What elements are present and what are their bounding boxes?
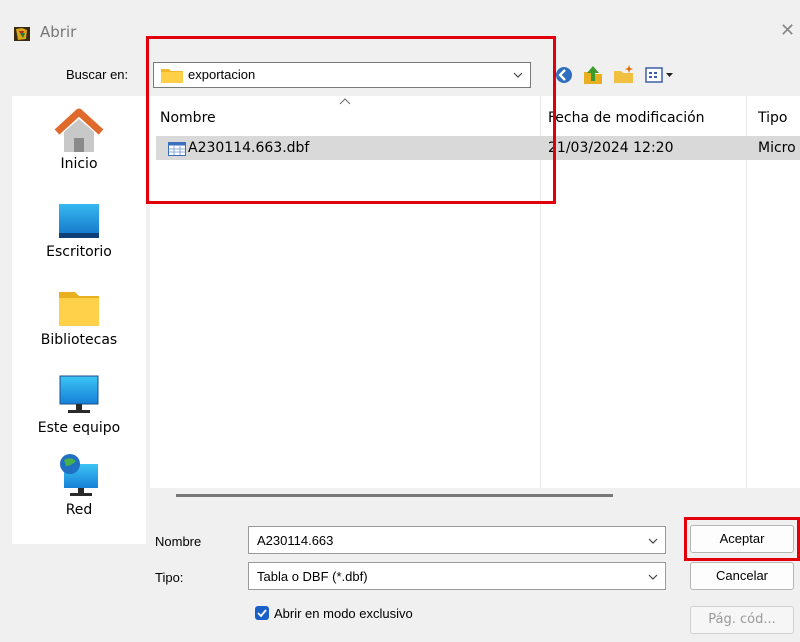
accept-button[interactable]: Aceptar xyxy=(690,525,794,553)
chevron-down-icon[interactable] xyxy=(647,535,659,547)
column-header-type[interactable]: Tipo xyxy=(758,110,787,126)
place-label: Inicio xyxy=(60,156,98,172)
file-list[interactable]: Nombre Fecha de modificación Tipo A23011… xyxy=(150,96,800,488)
checkmark-icon xyxy=(257,609,267,618)
column-header-name[interactable]: Nombre xyxy=(160,110,216,126)
desktop-icon xyxy=(59,204,99,238)
horizontal-scrollbar[interactable] xyxy=(176,494,613,497)
place-label: Escritorio xyxy=(46,244,112,260)
exclusive-mode-checkbox[interactable] xyxy=(255,606,269,620)
network-icon xyxy=(60,454,98,496)
current-folder-name: exportacion xyxy=(188,67,256,82)
up-folder-icon[interactable] xyxy=(581,63,605,87)
look-in-combo[interactable]: exportacion xyxy=(153,62,531,88)
place-escritorio[interactable]: Escritorio xyxy=(12,200,146,260)
table-row[interactable]: A230114.663.dbf 21/03/2024 12:20 Micro xyxy=(156,136,800,160)
place-red[interactable]: Red xyxy=(12,452,146,518)
place-bibliotecas[interactable]: Bibliotecas xyxy=(12,288,146,348)
title-bar: Abrir ✕ xyxy=(0,0,800,50)
file-name-label: Nombre xyxy=(155,534,202,549)
file-name-value: A230114.663 xyxy=(257,533,334,548)
place-inicio[interactable]: Inicio xyxy=(12,108,146,172)
place-este-equipo[interactable]: Este equipo xyxy=(12,374,146,436)
chevron-down-icon[interactable] xyxy=(512,69,524,81)
view-menu-icon[interactable] xyxy=(644,63,678,87)
column-header-modified[interactable]: Fecha de modificación xyxy=(548,110,705,126)
look-in-label: Buscar en: xyxy=(66,67,129,82)
back-icon[interactable] xyxy=(552,63,576,87)
places-bar: Inicio Escritorio Bibliotecas Este equip… xyxy=(12,96,146,544)
file-type-select[interactable]: Tabla o DBF (*.dbf) xyxy=(248,562,666,590)
file-type-value: Tabla o DBF (*.dbf) xyxy=(257,569,368,584)
place-label: Red xyxy=(65,502,93,518)
home-icon xyxy=(54,108,104,152)
close-icon[interactable]: ✕ xyxy=(780,20,795,41)
file-modified: 21/03/2024 12:20 xyxy=(548,140,674,156)
file-name-input[interactable]: A230114.663 xyxy=(248,526,666,554)
file-type-label: Tipo: xyxy=(155,570,184,585)
folder-icon xyxy=(161,69,183,83)
cancel-button[interactable]: Cancelar xyxy=(690,562,794,590)
place-label: Este equipo xyxy=(37,420,121,436)
dbf-file-icon xyxy=(168,142,186,156)
codepage-button[interactable]: Pág. cód... xyxy=(690,606,794,634)
foxpro-app-icon xyxy=(14,27,30,41)
libraries-icon xyxy=(59,292,99,326)
chevron-down-icon[interactable] xyxy=(647,571,659,583)
computer-icon xyxy=(59,375,99,413)
exclusive-mode-label[interactable]: Abrir en modo exclusivo xyxy=(274,606,413,621)
new-folder-icon[interactable] xyxy=(612,63,636,87)
window-title: Abrir xyxy=(40,23,77,41)
place-label: Bibliotecas xyxy=(40,332,118,348)
sort-ascending-icon xyxy=(339,98,351,105)
file-name: A230114.663.dbf xyxy=(188,140,310,156)
file-type: Micro xyxy=(758,140,796,156)
